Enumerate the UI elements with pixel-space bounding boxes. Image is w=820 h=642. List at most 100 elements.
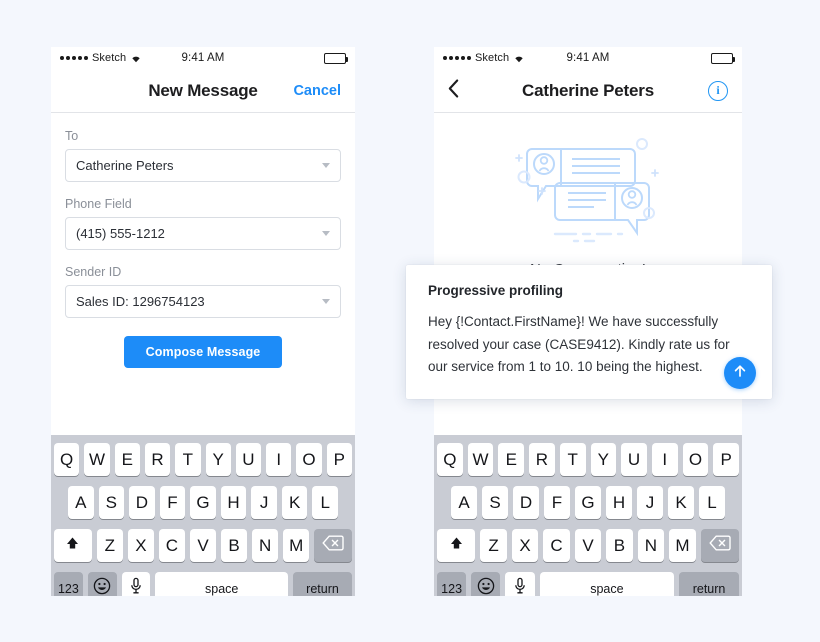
key-o[interactable]: O bbox=[682, 443, 709, 476]
emoji-key[interactable] bbox=[471, 572, 501, 596]
key-r[interactable]: R bbox=[529, 443, 555, 476]
key-f[interactable]: F bbox=[544, 486, 570, 519]
send-message-button[interactable] bbox=[724, 357, 756, 390]
phone-left-new-message: Sketch 9:41 AM New Message Cancel To Cat… bbox=[51, 47, 355, 596]
key-r[interactable]: R bbox=[144, 443, 171, 476]
key-x[interactable]: X bbox=[511, 529, 539, 562]
key-y[interactable]: Y bbox=[205, 443, 231, 476]
key-d[interactable]: D bbox=[513, 486, 539, 519]
key-w[interactable]: W bbox=[467, 443, 494, 476]
key-d[interactable]: D bbox=[129, 486, 155, 519]
shift-arrow-icon bbox=[448, 535, 465, 557]
key-n[interactable]: N bbox=[252, 529, 279, 562]
key-b[interactable]: B bbox=[606, 529, 633, 562]
key-m[interactable]: M bbox=[669, 529, 696, 562]
space-key[interactable]: space bbox=[155, 572, 288, 596]
key-z[interactable]: Z bbox=[480, 529, 507, 562]
field-phone: Phone Field (415) 555-1212 bbox=[65, 197, 341, 250]
microphone-key[interactable] bbox=[121, 572, 151, 596]
shift-key[interactable] bbox=[436, 529, 476, 562]
compose-message-button[interactable]: Compose Message bbox=[123, 336, 283, 368]
field-to: To Catherine Peters bbox=[65, 129, 341, 182]
keyboard-row-1: Q W E R T Y U I O P bbox=[54, 443, 352, 476]
key-v[interactable]: V bbox=[189, 529, 217, 562]
numeric-key[interactable]: 123 bbox=[437, 572, 467, 596]
key-k[interactable]: K bbox=[668, 486, 694, 519]
to-select[interactable]: Catherine Peters bbox=[65, 149, 341, 182]
key-n[interactable]: N bbox=[637, 529, 665, 562]
key-q[interactable]: Q bbox=[54, 443, 80, 476]
key-l[interactable]: L bbox=[699, 486, 725, 519]
phone-select[interactable]: (415) 555-1212 bbox=[65, 217, 341, 250]
key-p[interactable]: P bbox=[713, 443, 740, 476]
compose-button-row: Compose Message bbox=[65, 336, 341, 368]
key-x[interactable]: X bbox=[127, 529, 154, 562]
key-h[interactable]: H bbox=[606, 486, 632, 519]
key-f[interactable]: F bbox=[159, 486, 186, 519]
battery-icon bbox=[324, 52, 348, 64]
cancel-button[interactable]: Cancel bbox=[293, 83, 341, 99]
key-z[interactable]: Z bbox=[96, 529, 123, 562]
backspace-key[interactable] bbox=[700, 529, 740, 562]
key-g[interactable]: G bbox=[575, 486, 601, 519]
key-i[interactable]: I bbox=[266, 443, 292, 476]
card-title: Progressive profiling bbox=[428, 283, 564, 298]
key-h[interactable]: H bbox=[220, 486, 247, 519]
key-e[interactable]: E bbox=[498, 443, 525, 476]
key-e[interactable]: E bbox=[114, 443, 140, 476]
key-a[interactable]: A bbox=[67, 486, 94, 519]
keyboard-row-4: 123 space return bbox=[437, 572, 739, 596]
keyboard-right: Q W E R T Y U I O P A S D F G H J K L Z … bbox=[434, 435, 742, 596]
key-j[interactable]: J bbox=[637, 486, 663, 519]
keyboard-left: Q W E R T Y U I O P A S D F G H J K L Z … bbox=[51, 435, 355, 596]
sender-id-select[interactable]: Sales ID: 1296754123 bbox=[65, 285, 341, 318]
key-u[interactable]: U bbox=[235, 443, 262, 476]
chevron-down-icon bbox=[322, 163, 330, 168]
microphone-key[interactable] bbox=[505, 572, 535, 596]
key-t[interactable]: T bbox=[559, 443, 586, 476]
key-t[interactable]: T bbox=[175, 443, 201, 476]
key-g[interactable]: G bbox=[190, 486, 216, 519]
backspace-key[interactable] bbox=[314, 529, 352, 562]
key-a[interactable]: A bbox=[451, 486, 477, 519]
return-key[interactable]: return bbox=[679, 572, 739, 596]
keyboard-row-3: Z X C V B N M bbox=[436, 529, 740, 562]
info-circle-icon[interactable]: i bbox=[708, 80, 728, 101]
key-w[interactable]: W bbox=[84, 443, 110, 476]
chevron-down-icon bbox=[322, 231, 330, 236]
field-label-sender-id: Sender ID bbox=[65, 265, 122, 279]
shift-key[interactable] bbox=[54, 529, 92, 562]
backspace-icon bbox=[322, 535, 344, 556]
keyboard-row-3: Z X C V B N M bbox=[54, 529, 352, 562]
card-body-text: Hey {!Contact.FirstName}! We have succes… bbox=[428, 314, 730, 375]
status-bar-time: 9:41 AM bbox=[181, 52, 225, 64]
key-s[interactable]: S bbox=[482, 486, 508, 519]
return-key[interactable]: return bbox=[292, 572, 353, 596]
screenshot-stage: Sketch 9:41 AM New Message Cancel To Cat… bbox=[0, 0, 820, 642]
numeric-key[interactable]: 123 bbox=[54, 572, 83, 596]
key-l[interactable]: L bbox=[312, 486, 339, 519]
key-q[interactable]: Q bbox=[436, 443, 463, 476]
key-c[interactable]: C bbox=[543, 529, 570, 562]
key-o[interactable]: O bbox=[296, 443, 322, 476]
key-y[interactable]: Y bbox=[590, 443, 617, 476]
status-bar-time: 9:41 AM bbox=[566, 52, 610, 64]
key-b[interactable]: B bbox=[221, 529, 248, 562]
key-m[interactable]: M bbox=[283, 529, 310, 562]
status-bar-right-group bbox=[711, 52, 735, 64]
key-c[interactable]: C bbox=[158, 529, 185, 562]
key-s[interactable]: S bbox=[98, 486, 125, 519]
nav-bar-left: New Message Cancel bbox=[51, 69, 355, 113]
space-key[interactable]: space bbox=[539, 572, 675, 596]
back-button[interactable] bbox=[448, 79, 459, 102]
smiley-icon bbox=[93, 577, 111, 596]
key-i[interactable]: I bbox=[651, 443, 678, 476]
microphone-icon bbox=[514, 577, 526, 596]
key-k[interactable]: K bbox=[281, 486, 308, 519]
key-j[interactable]: J bbox=[251, 486, 277, 519]
key-p[interactable]: P bbox=[326, 443, 352, 476]
emoji-key[interactable] bbox=[87, 572, 117, 596]
key-u[interactable]: U bbox=[621, 443, 647, 476]
key-v[interactable]: V bbox=[574, 529, 602, 562]
keyboard-row-2: A S D F G H J K L bbox=[437, 486, 739, 519]
